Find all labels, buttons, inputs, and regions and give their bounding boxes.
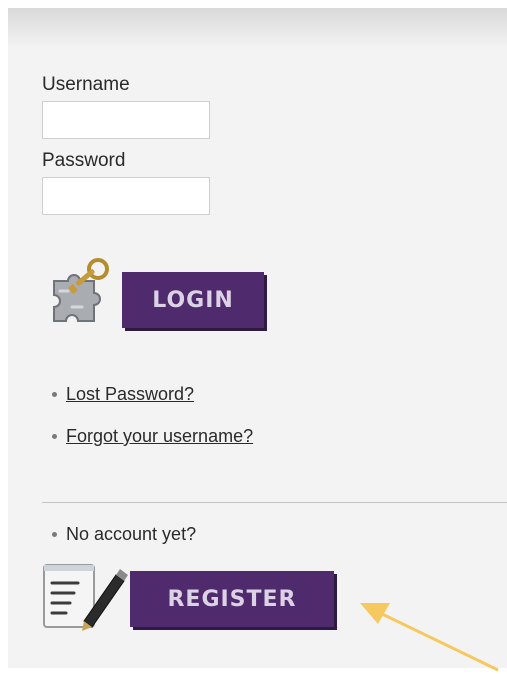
arrow-annotation	[360, 603, 499, 672]
